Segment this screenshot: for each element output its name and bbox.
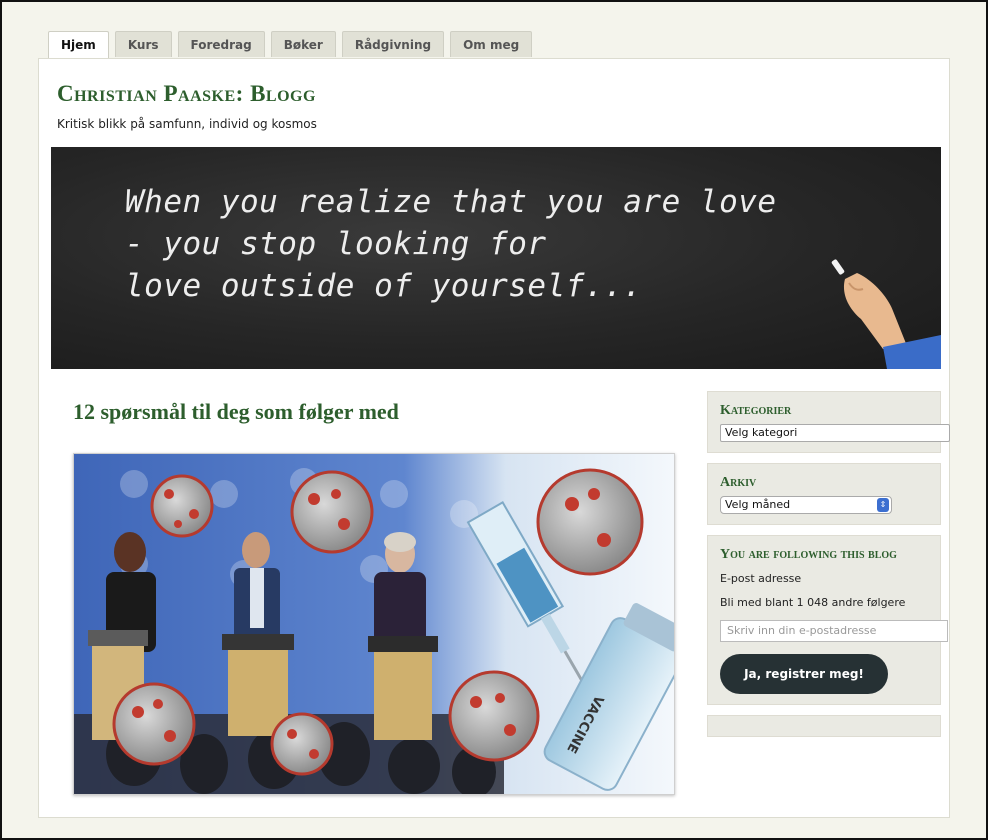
archive-widget: Arkiv Velg måned ⇕ [707, 463, 941, 525]
email-input[interactable]: Skriv inn din e-postadresse [720, 620, 948, 642]
tab-hjem[interactable]: Hjem [48, 31, 109, 59]
tab-foredrag[interactable]: Foredrag [177, 31, 265, 57]
select-arrows-icon: ⇕ [877, 498, 889, 512]
main-nav-tabs: Hjem Kurs Foredrag Bøker Rådgivning Om m… [48, 31, 533, 59]
archive-select[interactable]: Velg måned ⇕ [720, 496, 892, 514]
category-select[interactable]: Velg kategori [720, 424, 950, 442]
archive-select-value: Velg måned [725, 498, 791, 511]
email-label: E-post adresse [720, 572, 802, 585]
tab-boker[interactable]: Bøker [270, 31, 336, 57]
banner-quote-line-1: When you realize that you are love [125, 184, 777, 220]
page-container: Christian Paaske: Blogg Kritisk blikk på… [38, 58, 950, 818]
next-widget-stub [707, 715, 941, 737]
header-banner[interactable]: When you realize that you are love - you… [51, 147, 941, 369]
categories-widget: Kategorier Velg kategori [707, 391, 950, 453]
post-featured-image[interactable]: VACCINE [73, 453, 675, 795]
banner-quote-line-3: love outside of yourself... [125, 268, 643, 304]
tab-kurs[interactable]: Kurs [114, 31, 172, 57]
post-title[interactable]: 12 spørsmål til deg som følger med [73, 399, 399, 425]
banner-quote-line-2: - you stop looking for [125, 226, 547, 262]
tab-om-meg[interactable]: Om meg [450, 31, 533, 57]
sidebar: Kategorier Velg kategori Arkiv Velg måne… [707, 391, 950, 737]
banner-quote: When you realize that you are love - you… [125, 181, 941, 307]
archive-title: Arkiv [720, 475, 757, 490]
press-conference-illustration: VACCINE [74, 454, 674, 794]
follow-title: You are following this blog [720, 547, 897, 562]
tab-radgivning[interactable]: Rådgivning [341, 31, 445, 57]
follow-widget: You are following this blog E-post adres… [707, 535, 948, 705]
register-button[interactable]: Ja, registrer meg! [720, 654, 888, 694]
site-tagline: Kritisk blikk på samfunn, individ og kos… [57, 117, 317, 131]
followers-count: Bli med blant 1 048 andre følgere [720, 596, 906, 609]
hand-chalk-icon [831, 259, 941, 369]
categories-title: Kategorier [720, 403, 792, 418]
site-title[interactable]: Christian Paaske: Blogg [57, 81, 316, 107]
